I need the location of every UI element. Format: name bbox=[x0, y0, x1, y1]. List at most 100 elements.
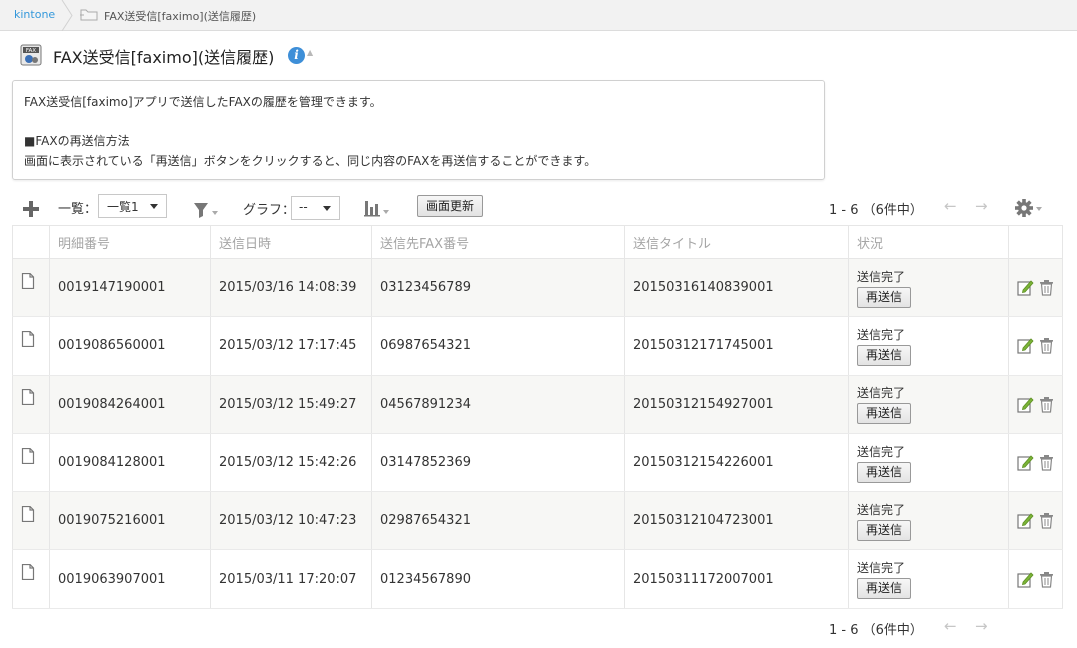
next-page-icon[interactable]: → bbox=[975, 617, 988, 635]
cell-status: 送信完了 再送信 bbox=[848, 258, 1009, 318]
row-detail-cell[interactable] bbox=[12, 433, 50, 493]
chevron-down-icon bbox=[150, 204, 158, 209]
table-row: 0019084128001 2015/03/12 15:42:26 03147852… bbox=[12, 433, 1063, 493]
cell-status: 送信完了 再送信 bbox=[848, 316, 1009, 376]
graph-select-value: -- bbox=[299, 200, 308, 214]
header-fax-number[interactable]: 送信先FAX番号 bbox=[371, 225, 625, 259]
graph-label: グラフ： bbox=[243, 203, 296, 218]
breadcrumb-home-link[interactable]: kintone bbox=[14, 8, 55, 21]
row-detail-cell[interactable] bbox=[12, 491, 50, 551]
trash-icon[interactable] bbox=[1038, 396, 1055, 413]
cell-id: 0019084128001 bbox=[49, 433, 211, 493]
table-row: 0019063907001 2015/03/11 17:20:07 01234567… bbox=[12, 549, 1063, 609]
folder-icon bbox=[80, 9, 98, 21]
edit-icon[interactable] bbox=[1017, 512, 1034, 529]
gear-icon[interactable] bbox=[1014, 198, 1044, 218]
trash-icon[interactable] bbox=[1038, 279, 1055, 296]
prev-page-icon[interactable]: ← bbox=[944, 617, 957, 635]
table-header-row: 明細番号 送信日時 送信先FAX番号 送信タイトル 状況 bbox=[12, 225, 1063, 259]
header-actions bbox=[1008, 225, 1063, 259]
resend-button[interactable]: 再送信 bbox=[857, 403, 911, 425]
edit-icon[interactable] bbox=[1017, 337, 1034, 355]
header-title[interactable]: 送信タイトル bbox=[624, 225, 849, 259]
cell-status: 送信完了 再送信 bbox=[848, 491, 1009, 551]
edit-icon[interactable] bbox=[1017, 454, 1034, 471]
trash-icon[interactable] bbox=[1038, 337, 1055, 355]
cell-datetime: 2015/03/12 15:49:27 bbox=[210, 375, 372, 434]
pager-text: 1 - 6 （6件中） bbox=[829, 203, 923, 218]
document-icon[interactable] bbox=[21, 447, 35, 464]
resend-button[interactable]: 再送信 bbox=[857, 519, 911, 541]
resend-button[interactable]: 再送信 bbox=[857, 344, 911, 366]
status-text: 送信完了 bbox=[857, 502, 906, 517]
records-table: 明細番号 送信日時 送信先FAX番号 送信タイトル 状況 00191471900… bbox=[12, 225, 1063, 609]
breadcrumb-current: FAX送受信[faximo](送信履歴) bbox=[104, 10, 257, 23]
header-id[interactable]: 明細番号 bbox=[49, 225, 211, 259]
breadcrumb: kintone FAX送受信[faximo](送信履歴) bbox=[0, 0, 1077, 31]
cell-status: 送信完了 再送信 bbox=[848, 375, 1009, 434]
row-detail-cell[interactable] bbox=[12, 375, 50, 434]
description-line-3: 画面に表示されている「再送信」ボタンをクリックすると、同じ内容のFAXを再送信す… bbox=[24, 153, 597, 168]
filter-icon[interactable] bbox=[193, 201, 221, 219]
status-text: 送信完了 bbox=[857, 444, 906, 459]
page-title: FAX送受信[faximo](送信履歴) bbox=[53, 48, 275, 67]
trash-icon[interactable] bbox=[1038, 454, 1055, 471]
cell-datetime: 2015/03/12 15:42:26 bbox=[210, 433, 372, 493]
cell-fax-number: 01234567890 bbox=[371, 549, 625, 609]
cell-actions bbox=[1008, 316, 1063, 376]
header-status[interactable]: 状況 bbox=[848, 225, 1009, 259]
breadcrumb-separator-icon bbox=[61, 0, 73, 31]
chevron-down-icon bbox=[323, 206, 331, 211]
pager-text-bottom: 1 - 6 （6件中） bbox=[829, 623, 923, 638]
view-select[interactable]: 一覧1 bbox=[98, 194, 167, 218]
cell-fax-number: 02987654321 bbox=[371, 491, 625, 551]
header-datetime[interactable]: 送信日時 bbox=[210, 225, 372, 259]
collapse-caret-icon[interactable]: ▲ bbox=[307, 48, 313, 57]
app-icon-label: FAX bbox=[26, 48, 36, 54]
cell-fax-number: 04567891234 bbox=[371, 375, 625, 434]
cell-status: 送信完了 再送信 bbox=[848, 433, 1009, 493]
prev-page-icon[interactable]: ← bbox=[944, 197, 957, 215]
refresh-button[interactable]: 画面更新 bbox=[417, 195, 483, 217]
row-detail-cell[interactable] bbox=[12, 258, 50, 318]
description-line-1: FAX送受信[faximo]アプリで送信したFAXの履歴を管理できます。 bbox=[24, 95, 382, 109]
status-text: 送信完了 bbox=[857, 269, 906, 284]
resend-button[interactable]: 再送信 bbox=[857, 286, 911, 308]
cell-title: 20150312171745001 bbox=[624, 316, 849, 376]
info-icon[interactable]: i bbox=[288, 47, 305, 64]
edit-icon[interactable] bbox=[1017, 571, 1034, 588]
trash-icon[interactable] bbox=[1038, 512, 1055, 529]
cell-datetime: 2015/03/12 10:47:23 bbox=[210, 491, 372, 551]
description-line-2: ■FAXの再送信方法 bbox=[24, 134, 130, 148]
status-text: 送信完了 bbox=[857, 386, 906, 401]
trash-icon[interactable] bbox=[1038, 571, 1055, 588]
cell-id: 0019147190001 bbox=[49, 258, 211, 318]
table-row: 0019086560001 2015/03/12 17:17:45 06987654… bbox=[12, 316, 1063, 376]
edit-icon[interactable] bbox=[1017, 279, 1034, 296]
graph-select[interactable]: -- bbox=[291, 196, 340, 220]
edit-icon[interactable] bbox=[1017, 396, 1034, 413]
row-detail-cell[interactable] bbox=[12, 549, 50, 609]
cell-actions bbox=[1008, 549, 1063, 609]
cell-id: 0019084264001 bbox=[49, 375, 211, 434]
document-icon[interactable] bbox=[21, 389, 35, 406]
cell-title: 20150312104723001 bbox=[624, 491, 849, 551]
row-detail-cell[interactable] bbox=[12, 316, 50, 376]
next-page-icon[interactable]: → bbox=[975, 197, 988, 215]
cell-status: 送信完了 再送信 bbox=[848, 549, 1009, 609]
cell-title: 20150311172007001 bbox=[624, 549, 849, 609]
app-description: FAX送受信[faximo]アプリで送信したFAXの履歴を管理できます。 ■FA… bbox=[12, 80, 825, 180]
resend-button[interactable]: 再送信 bbox=[857, 578, 911, 600]
chart-icon[interactable] bbox=[364, 199, 392, 217]
cell-id: 0019086560001 bbox=[49, 316, 211, 376]
document-icon[interactable] bbox=[21, 505, 35, 522]
cell-title: 20150316140839001 bbox=[624, 258, 849, 318]
table-row: 0019147190001 2015/03/16 14:08:39 03123456… bbox=[12, 258, 1063, 318]
resend-button[interactable]: 再送信 bbox=[857, 461, 911, 483]
add-record-button[interactable] bbox=[20, 198, 42, 220]
document-icon[interactable] bbox=[21, 330, 35, 347]
document-icon[interactable] bbox=[21, 272, 35, 289]
document-icon[interactable] bbox=[21, 564, 35, 581]
view-label: 一覧： bbox=[58, 202, 98, 217]
header-icon-column bbox=[12, 225, 50, 259]
